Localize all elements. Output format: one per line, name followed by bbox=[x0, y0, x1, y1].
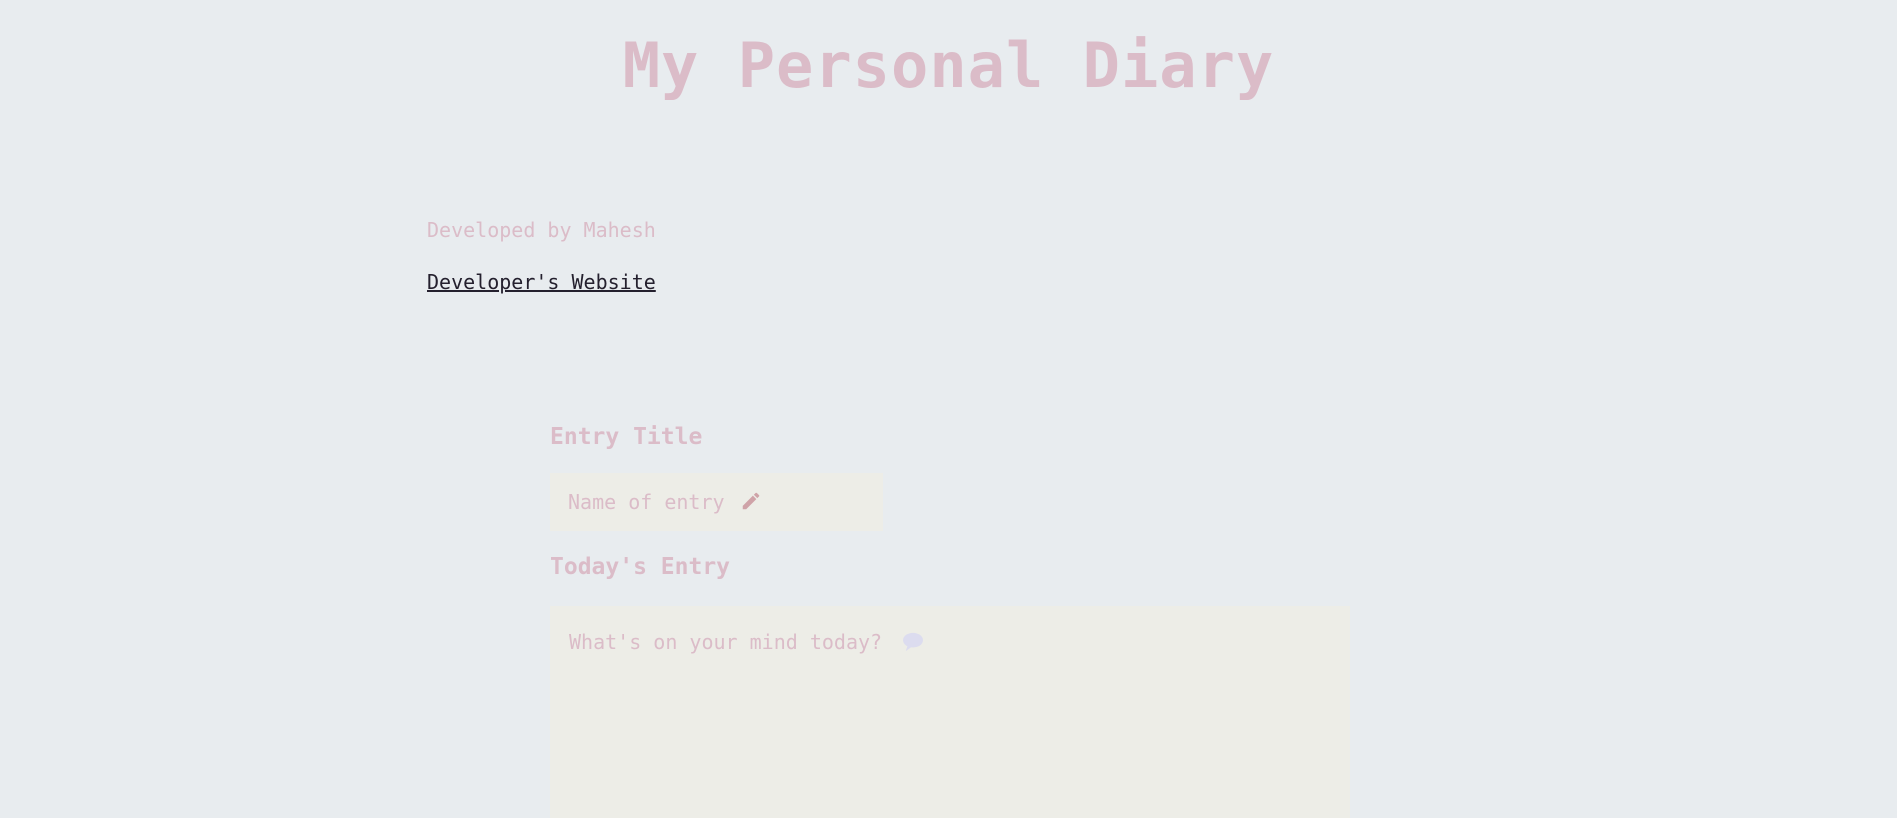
entry-title-label: Entry Title bbox=[550, 424, 703, 450]
todays-entry-textarea[interactable] bbox=[550, 606, 1350, 818]
entry-title-input[interactable] bbox=[550, 473, 883, 531]
developer-credit: Developed by Mahesh bbox=[427, 218, 656, 242]
page-title: My Personal Diary bbox=[622, 29, 1275, 102]
todays-entry-label: Today's Entry bbox=[550, 554, 731, 580]
developer-website-link[interactable]: Developer's Website bbox=[427, 268, 656, 296]
